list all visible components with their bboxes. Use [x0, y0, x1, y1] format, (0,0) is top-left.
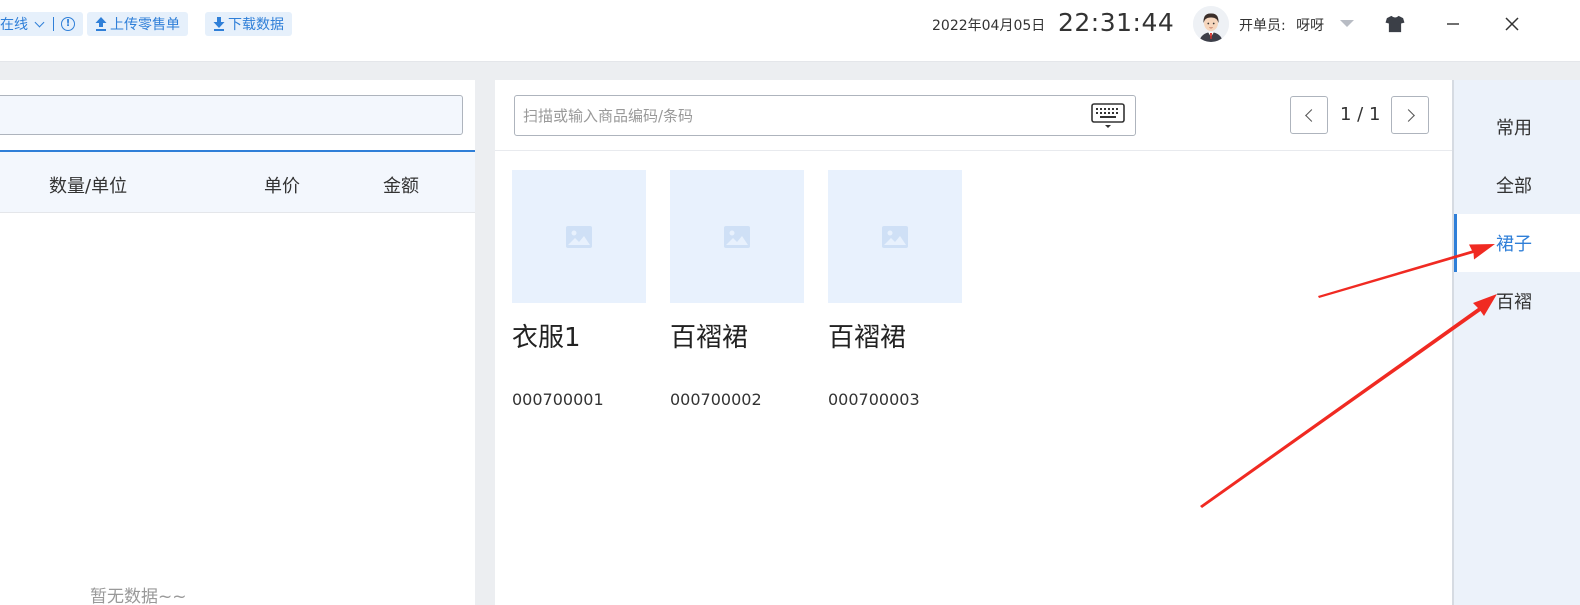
cashier-dropdown-caret-icon[interactable] — [1340, 20, 1354, 27]
category-label: 全部 — [1496, 176, 1532, 197]
image-placeholder-icon — [566, 225, 592, 248]
image-placeholder-icon — [724, 225, 750, 248]
upload-sales-label: 上传零售单 — [110, 17, 180, 33]
minimize-icon[interactable] — [1441, 12, 1465, 36]
cashier-info: 开单员: 呀呀 — [1239, 15, 1324, 35]
product-code: 000700001 — [512, 390, 604, 409]
current-time: 22:31:44 — [1058, 8, 1175, 37]
user-avatar-icon — [1193, 6, 1229, 42]
chevron-left-icon — [1304, 108, 1318, 122]
status-divider — [53, 17, 54, 31]
download-icon — [213, 17, 225, 31]
current-date: 2022年04月05日 — [932, 18, 1046, 34]
chevron-down-icon — [34, 17, 45, 28]
product-name: 百褶裙 — [670, 323, 749, 353]
product-thumbnail — [512, 170, 646, 303]
avatar[interactable] — [1193, 6, 1229, 42]
product-code: 000700003 — [828, 390, 920, 409]
product-search-input[interactable] — [523, 96, 1083, 135]
info-icon[interactable]: ! — [61, 17, 75, 31]
column-unit-price: 单价 — [264, 176, 300, 197]
upload-sales-button[interactable]: 上传零售单 — [87, 12, 188, 36]
category-sidebar: 常用 全部 裙子 百褶 — [1452, 80, 1580, 605]
page-indicator: 1 / 1 — [1340, 104, 1381, 125]
product-code: 000700002 — [670, 390, 762, 409]
column-amount: 金额 — [383, 176, 419, 197]
cart-panel: 数量/单位 单价 金额 暂无数据~~ — [0, 80, 475, 605]
download-data-label: 下载数据 — [228, 17, 284, 33]
previous-page-button[interactable] — [1290, 96, 1328, 134]
keyboard-icon[interactable] — [1091, 103, 1125, 129]
cashier-name: 呀呀 — [1296, 18, 1325, 34]
category-item-all[interactable]: 全部 — [1454, 156, 1580, 214]
product-card[interactable]: 百褶裙 000700003 — [828, 170, 962, 409]
category-item-common[interactable]: 常用 — [1454, 98, 1580, 156]
product-name: 衣服1 — [512, 323, 581, 353]
category-label: 百褶 — [1496, 292, 1532, 313]
tshirt-icon[interactable] — [1383, 12, 1407, 36]
cart-table-header: 数量/单位 单价 金额 — [0, 150, 475, 213]
chevron-right-icon — [1401, 108, 1415, 122]
online-status-dropdown[interactable]: 在线 ! — [0, 12, 83, 36]
cashier-label: 开单员: — [1239, 18, 1286, 34]
close-icon[interactable] — [1500, 12, 1524, 36]
category-label: 裙子 — [1496, 234, 1532, 255]
product-name: 百褶裙 — [828, 323, 907, 353]
product-card[interactable]: 百褶裙 000700002 — [670, 170, 804, 409]
column-quantity-unit: 数量/单位 — [49, 176, 128, 197]
cart-search-input[interactable] — [0, 95, 463, 135]
product-card[interactable]: 衣服1 000700001 — [512, 170, 646, 409]
product-thumbnail — [670, 170, 804, 303]
product-thumbnail — [828, 170, 962, 303]
product-search-box[interactable] — [514, 95, 1136, 136]
download-data-button[interactable]: 下载数据 — [205, 12, 292, 36]
image-placeholder-icon — [882, 225, 908, 248]
category-item-pleated[interactable]: 百褶 — [1454, 272, 1580, 330]
category-label: 常用 — [1496, 118, 1532, 139]
divider — [495, 150, 1452, 151]
online-status-label: 在线 — [0, 17, 28, 33]
top-bar: 在线 ! 上传零售单 下载数据 2022年04月05日 22:31:44 开单员… — [0, 0, 1580, 62]
category-item-skirts[interactable]: 裙子 — [1454, 214, 1580, 272]
upload-icon — [95, 17, 107, 31]
product-panel: 1 / 1 衣服1 000700001 百褶裙 000700002 百褶裙 00… — [495, 80, 1452, 605]
next-page-button[interactable] — [1391, 96, 1429, 134]
empty-state-text: 暂无数据~~ — [90, 587, 187, 605]
